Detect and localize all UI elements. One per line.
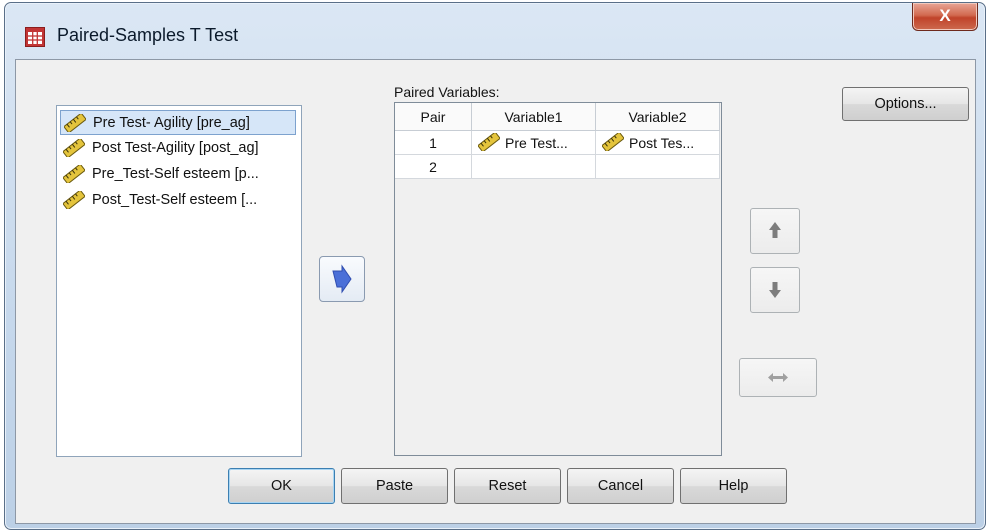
column-header-variable2: Variable2	[596, 103, 720, 131]
options-button[interactable]: Options...	[842, 87, 969, 121]
ruler-scale-icon	[64, 114, 86, 132]
column-header-pair: Pair	[395, 103, 472, 131]
source-variable-list[interactable]: Pre Test- Agility [pre_ag] Post Test-Agi…	[56, 105, 302, 457]
variable-label: Pre_Test-Self esteem [p...	[92, 166, 259, 182]
ruler-scale-icon	[478, 133, 500, 151]
pair-number-cell: 1	[395, 131, 472, 155]
title-bar: Paired-Samples T Test X	[5, 3, 985, 59]
reset-button[interactable]: Reset	[454, 468, 561, 504]
cell-text: Post Tes...	[629, 135, 695, 151]
window-title: Paired-Samples T Test	[57, 25, 239, 45]
help-button-label: Help	[718, 478, 749, 494]
move-down-button[interactable]	[750, 267, 800, 313]
dialog-body: Pre Test- Agility [pre_ag] Post Test-Agi…	[15, 59, 976, 524]
blue-arrow-right-icon	[332, 264, 352, 294]
variable2-cell[interactable]: Post Tes...	[596, 131, 720, 155]
variable-item[interactable]: Pre Test- Agility [pre_ag]	[60, 110, 296, 135]
variable-item[interactable]: Post_Test-Self esteem [...	[60, 188, 296, 213]
close-button[interactable]: X	[912, 3, 978, 31]
variable1-cell[interactable]	[472, 155, 596, 179]
pair-number-cell: 2	[395, 155, 472, 179]
table-icon	[25, 27, 45, 47]
cancel-button-label: Cancel	[597, 478, 644, 494]
variable1-cell[interactable]: Pre Test...	[472, 131, 596, 155]
variable-label: Post Test-Agility [post_ag]	[92, 140, 259, 156]
variable-item[interactable]: Pre_Test-Self esteem [p...	[60, 162, 296, 187]
cell-text: Pre Test...	[505, 135, 568, 151]
column-header-variable1: Variable1	[472, 103, 596, 131]
swap-variables-button[interactable]	[739, 358, 817, 397]
variable-label: Pre Test- Agility [pre_ag]	[93, 115, 250, 131]
ruler-scale-icon	[63, 191, 85, 209]
options-button-label: Options...	[874, 96, 937, 112]
variable-label: Post_Test-Self esteem [...	[92, 192, 258, 208]
ok-button-label: OK	[271, 478, 292, 494]
paired-variables-label: Paired Variables:	[394, 84, 500, 100]
reset-button-label: Reset	[488, 478, 527, 494]
paired-variables-table[interactable]: Pair Variable1 Variable2 1 Pre Test... P…	[394, 102, 722, 456]
dialog-window: Paired-Samples T Test X Pre Test- Agilit…	[4, 2, 986, 530]
paste-button-label: Paste	[375, 478, 414, 494]
ruler-scale-icon	[602, 133, 624, 151]
variable-item[interactable]: Post Test-Agility [post_ag]	[60, 136, 296, 161]
swap-horizontal-icon	[768, 373, 788, 382]
ruler-scale-icon	[63, 139, 85, 157]
arrow-up-icon	[769, 222, 781, 238]
move-up-button[interactable]	[750, 208, 800, 254]
ok-button[interactable]: OK	[228, 468, 335, 504]
cancel-button[interactable]: Cancel	[567, 468, 674, 504]
help-button[interactable]: Help	[680, 468, 787, 504]
variable2-cell[interactable]	[596, 155, 720, 179]
ruler-scale-icon	[63, 165, 85, 183]
arrow-down-icon	[769, 282, 781, 298]
move-variable-button[interactable]	[319, 256, 365, 302]
paste-button[interactable]: Paste	[341, 468, 448, 504]
